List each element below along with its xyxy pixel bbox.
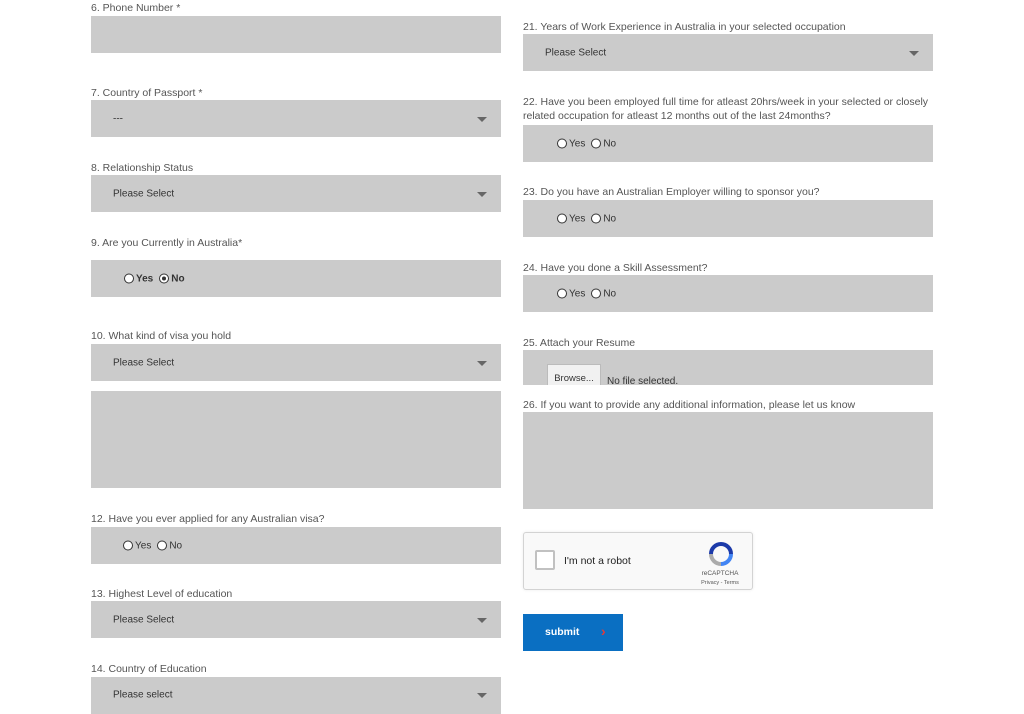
chevron-down-icon	[909, 50, 919, 56]
resume-label: 25. Attach your Resume	[523, 337, 636, 349]
recaptcha-logo-icon	[709, 542, 733, 566]
recaptcha-text: I'm not a robot	[564, 555, 631, 567]
additional-label: 26. If you want to provide any additiona…	[523, 399, 856, 411]
radio-icon[interactable]	[124, 273, 134, 284]
skill-field: Yes No	[523, 275, 933, 312]
radio-checked-icon[interactable]	[159, 273, 170, 284]
experience-select[interactable]: Please Select	[523, 34, 933, 71]
chevron-down-icon	[477, 116, 487, 122]
recaptcha-checkbox[interactable]	[535, 550, 555, 570]
employed-no-option[interactable]: No	[591, 138, 616, 149]
radio-icon[interactable]	[591, 213, 602, 224]
edu-country-label: 14. Country of Education	[91, 663, 207, 675]
relationship-label: 8. Relationship Status	[91, 162, 194, 174]
edu-country-value: Please select	[113, 689, 173, 701]
education-select[interactable]: Please Select	[91, 601, 501, 638]
education-label: 13. Highest Level of education	[91, 588, 233, 600]
passport-select[interactable]: ---	[91, 100, 501, 137]
employer-no-option[interactable]: No	[591, 213, 616, 224]
radio-icon[interactable]	[123, 540, 133, 551]
experience-value: Please Select	[545, 47, 607, 58]
submit-label: submit	[545, 626, 580, 638]
visa-label: 10. What kind of visa you hold	[91, 330, 232, 342]
chevron-down-icon	[477, 693, 487, 698]
submit-button[interactable]: submit ›	[523, 614, 623, 651]
radio-icon[interactable]	[557, 138, 567, 149]
radio-icon[interactable]	[591, 288, 602, 299]
chevron-down-icon	[477, 617, 487, 623]
radio-icon[interactable]	[557, 213, 567, 224]
visa-details-textarea[interactable]	[91, 391, 501, 488]
edu-country-select[interactable]: Please select	[91, 677, 501, 714]
passport-value: ---	[113, 113, 123, 124]
phone-label: 6. Phone Number *	[91, 2, 181, 14]
browse-button[interactable]: Browse...	[547, 364, 601, 385]
radio-icon[interactable]	[591, 138, 602, 149]
relationship-select[interactable]: Please Select	[91, 175, 501, 212]
education-value: Please Select	[113, 614, 175, 625]
employer-yes-option[interactable]: Yes	[557, 213, 585, 224]
chevron-right-icon: ›	[601, 623, 606, 639]
in-australia-field: Yes No	[91, 260, 501, 297]
recaptcha-widget: I'm not a robot reCAPTCHA Privacy - Term…	[523, 532, 753, 590]
relationship-value: Please Select	[113, 188, 175, 199]
employed-field: Yes No	[523, 125, 933, 162]
applied-visa-field: Yes No	[91, 527, 501, 564]
visa-value: Please Select	[113, 357, 175, 368]
in-australia-label: 9. Are you Currently in Australia*	[91, 237, 243, 249]
file-status: No file selected.	[607, 376, 679, 385]
employer-field: Yes No	[523, 200, 933, 237]
experience-label: 21. Years of Work Experience in Australi…	[523, 21, 846, 33]
skill-yes-option[interactable]: Yes	[557, 288, 585, 299]
phone-input[interactable]	[91, 16, 501, 53]
chevron-down-icon	[477, 360, 487, 366]
radio-icon[interactable]	[557, 288, 567, 299]
applied-visa-no-option[interactable]: No	[157, 540, 182, 551]
employed-label: 22. Have you been employed full time for…	[523, 96, 929, 122]
skill-label: 24. Have you done a Skill Assessment?	[523, 262, 708, 274]
passport-label: 7. Country of Passport *	[91, 87, 203, 99]
skill-no-option[interactable]: No	[591, 288, 616, 299]
employer-label: 23. Do you have an Australian Employer w…	[523, 186, 820, 198]
employed-yes-option[interactable]: Yes	[557, 138, 585, 149]
in-australia-yes-option[interactable]: Yes	[124, 273, 153, 284]
additional-textarea[interactable]	[523, 412, 933, 509]
in-australia-no-option[interactable]: No	[159, 273, 185, 284]
recaptcha-links[interactable]: Privacy - Terms	[698, 580, 742, 586]
radio-icon[interactable]	[157, 540, 168, 551]
chevron-down-icon	[477, 191, 487, 197]
recaptcha-brand: reCAPTCHA	[701, 570, 739, 577]
applied-visa-label: 12. Have you ever applied for any Austra…	[91, 513, 325, 525]
resume-field: Browse... No file selected.	[523, 350, 933, 385]
visa-select[interactable]: Please Select	[91, 344, 501, 381]
applied-visa-yes-option[interactable]: Yes	[123, 540, 151, 551]
